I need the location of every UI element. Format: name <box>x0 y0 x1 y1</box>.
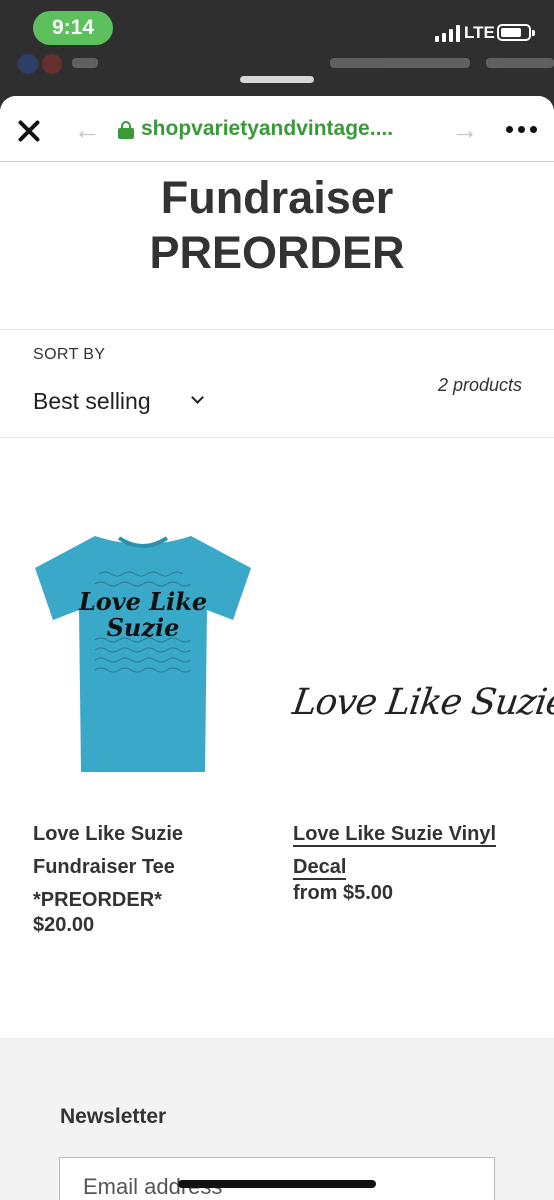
newsletter-heading: Newsletter <box>60 1105 167 1128</box>
email-field[interactable] <box>59 1157 495 1200</box>
sheet-grabber[interactable] <box>240 76 314 83</box>
filter-bar: SORT BY Best selling 2 products <box>0 329 554 438</box>
collection-title-line2: PREORDER <box>149 227 405 278</box>
browser-toolbar: ← shopvarietyandvintage.... → <box>0 96 554 162</box>
sort-select[interactable]: Best selling <box>33 388 204 415</box>
collection-title-line1: Fundraiser <box>160 172 394 223</box>
home-indicator[interactable] <box>178 1180 376 1188</box>
product-title-line3: *PREORDER* <box>33 889 162 911</box>
sort-value: Best selling <box>33 388 151 414</box>
decal-script-text: Love Like Suzie <box>290 682 554 723</box>
back-arrow-icon[interactable]: ← <box>72 116 102 144</box>
product-count: 2 products <box>437 375 522 395</box>
product-title-line1: Love Like Suzie Vinyl <box>293 823 497 847</box>
product-title[interactable]: Love Like Suzie Vinyl Decal <box>293 818 523 884</box>
more-options-icon[interactable] <box>506 126 537 133</box>
tshirt-shape <box>35 536 251 772</box>
product-title[interactable]: Love Like Suzie Fundraiser Tee *PREORDER… <box>33 818 263 917</box>
tee-print-line1: Love Like <box>78 587 207 616</box>
close-icon[interactable] <box>14 116 44 146</box>
product-title-line2: Fundraiser Tee <box>33 856 175 878</box>
browser-sheet: ← shopvarietyandvintage.... → Fundraiser… <box>0 96 554 1200</box>
status-time[interactable]: 9:14 <box>33 11 113 45</box>
status-bar: 9:14 LTE <box>0 0 554 96</box>
sort-by-label: SORT BY <box>33 346 106 363</box>
url-text: shopvarietyandvintage.... <box>141 117 394 140</box>
lock-icon <box>118 120 134 139</box>
tee-print-line2: Suzie <box>107 613 180 642</box>
product-title-line1: Love Like Suzie <box>33 823 184 845</box>
signal-icon <box>435 24 460 42</box>
product-image-decal[interactable]: Love Like Suzie <box>290 532 554 782</box>
forward-arrow-icon[interactable]: → <box>450 116 480 144</box>
battery-icon <box>497 24 535 41</box>
product-price: from $5.00 <box>293 882 394 904</box>
chevron-down-icon <box>190 391 204 404</box>
tshirt-image: Love Like Suzie <box>35 536 251 772</box>
network-type: LTE <box>464 23 495 42</box>
product-image-tee[interactable]: Love Like Suzie <box>33 532 253 782</box>
product-price: $20.00 <box>33 914 95 936</box>
background-app-peek <box>18 54 554 74</box>
footer: Newsletter <box>0 1038 554 1200</box>
address-bar[interactable]: shopvarietyandvintage.... <box>118 117 393 141</box>
collection-title: Fundraiser PREORDER <box>0 170 554 280</box>
product-title-line2: Decal <box>293 856 347 880</box>
